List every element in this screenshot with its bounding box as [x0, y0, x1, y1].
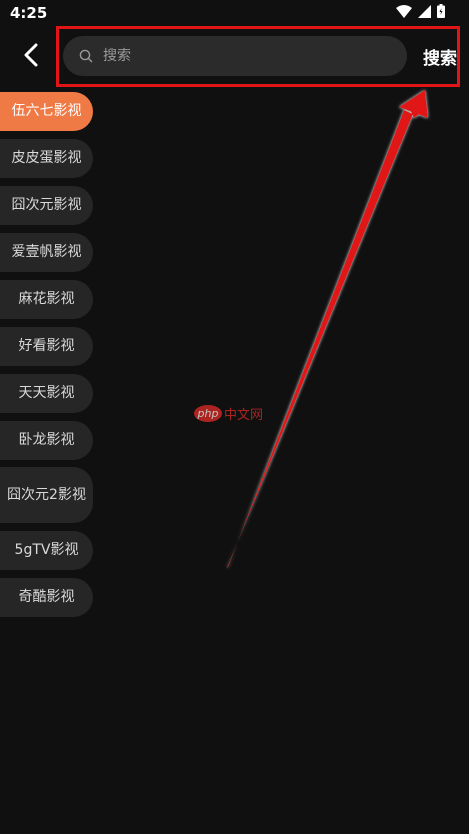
source-item[interactable]: 5gTV影视 [0, 531, 93, 570]
source-item-label: 囧次元影视 [11, 197, 82, 213]
watermark: php 中文网 [194, 404, 263, 423]
watermark-text: 中文网 [224, 408, 264, 423]
chevron-left-icon [23, 43, 39, 71]
search-header: 搜索 [0, 34, 469, 80]
source-item-label: 麻花影视 [18, 291, 75, 307]
source-item-label: 好看影视 [18, 338, 75, 354]
source-item[interactable]: 天天影视 [0, 374, 93, 413]
source-item-label: 5gTV影视 [14, 542, 79, 558]
status-time: 4:25 [10, 4, 48, 22]
source-item[interactable]: 皮皮蛋影视 [0, 139, 93, 178]
search-icon [79, 49, 93, 63]
watermark-badge: php [194, 405, 222, 422]
source-item[interactable]: 爱壹帆影视 [0, 233, 93, 272]
source-item-label: 囧次元2影视 [7, 486, 86, 503]
source-item[interactable]: 囧次元2影视 [0, 467, 93, 523]
status-icons [396, 4, 445, 18]
source-item[interactable]: 好看影视 [0, 327, 93, 366]
source-item-label: 奇酷影视 [18, 589, 75, 605]
source-item[interactable]: 奇酷影视 [0, 578, 93, 617]
source-item-label: 爱壹帆影视 [11, 244, 82, 260]
status-bar: 4:25 [0, 0, 469, 28]
source-item-label: 皮皮蛋影视 [11, 150, 82, 166]
source-item-label: 天天影视 [18, 385, 75, 401]
source-item-label: 卧龙影视 [18, 432, 75, 448]
back-button[interactable] [14, 40, 48, 74]
wifi-icon [396, 4, 412, 18]
signal-icon [418, 4, 431, 18]
source-item[interactable]: 囧次元影视 [0, 186, 93, 225]
source-item[interactable]: 伍六七影视 [0, 92, 93, 131]
search-input[interactable] [101, 47, 385, 65]
battery-icon [437, 4, 445, 18]
search-submit-button[interactable]: 搜索 [423, 44, 457, 69]
app-screen: 4:25 搜索 搜索 伍六七影视 皮皮蛋影视 囧次元影视 爱壹帆影视 麻花影视 … [0, 0, 469, 834]
source-item[interactable]: 卧龙影视 [0, 421, 93, 460]
source-item-label: 伍六七影视 [11, 103, 82, 119]
source-item[interactable]: 麻花影视 [0, 280, 93, 319]
search-box[interactable] [63, 36, 407, 76]
